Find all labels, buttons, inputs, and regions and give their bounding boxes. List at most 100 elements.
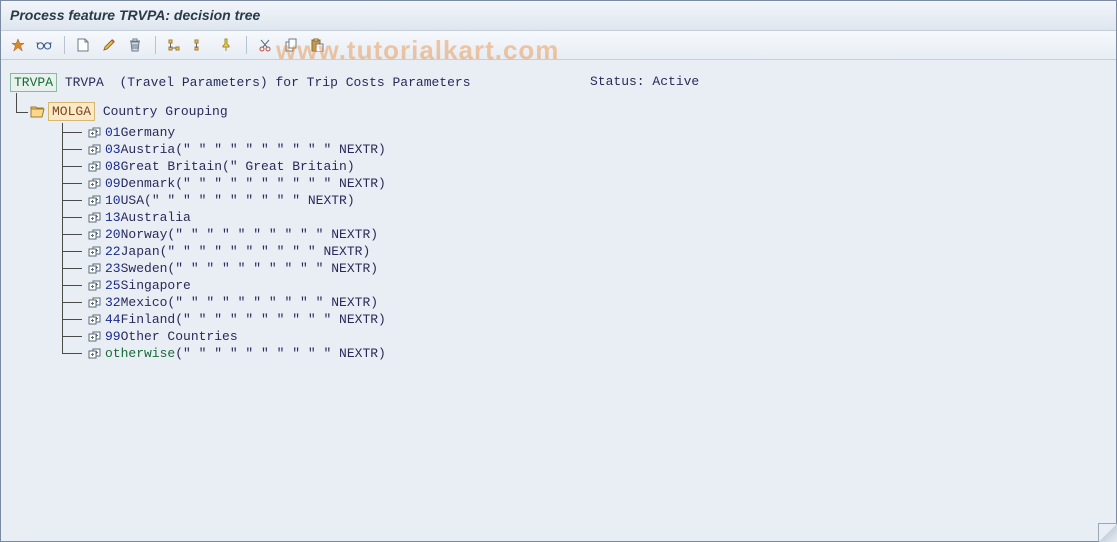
tree-connector	[58, 192, 88, 209]
pin-icon	[221, 38, 231, 52]
tree-children: 01 Germany03 Austria (" " " " " " " " " …	[58, 124, 1107, 362]
delete-button[interactable]	[123, 33, 147, 57]
node-code: 32	[105, 295, 121, 310]
cut-button[interactable]	[253, 33, 277, 57]
tree-node[interactable]: 03 Austria (" " " " " " " " " " NEXTR)	[58, 141, 1107, 158]
tree-connector	[58, 277, 88, 294]
display-button[interactable]	[32, 33, 56, 57]
node-label: Sweden	[121, 261, 168, 276]
page-icon	[77, 38, 89, 52]
node-label: Germany	[121, 125, 176, 140]
tree-connector	[58, 226, 88, 243]
expand-icon[interactable]	[88, 297, 101, 308]
node-suffix: (" Great Britain)	[222, 159, 355, 174]
edit-button[interactable]	[97, 33, 121, 57]
field-code: MOLGA	[48, 102, 95, 121]
expand-icon[interactable]	[88, 331, 101, 342]
trash-icon	[129, 38, 141, 52]
check-icon	[11, 38, 25, 52]
node-code: 25	[105, 278, 121, 293]
node-label: Singapore	[121, 278, 191, 293]
tree-connector	[58, 345, 88, 362]
check-button[interactable]	[6, 33, 30, 57]
node-label: USA	[121, 193, 144, 208]
resize-grip[interactable]	[1098, 523, 1117, 542]
field-label: Country Grouping	[103, 103, 228, 120]
expand-icon[interactable]	[88, 229, 101, 240]
tree-root[interactable]: TRVPA TRVPA (Travel Parameters) for Trip…	[10, 74, 1107, 91]
node-label: Finland	[121, 312, 176, 327]
expand-icon[interactable]	[88, 144, 101, 155]
node-label: Mexico	[121, 295, 168, 310]
node-code: 13	[105, 210, 121, 225]
tree-node[interactable]: 25 Singapore	[58, 277, 1107, 294]
tree-field-node[interactable]: MOLGA Country Grouping 01 Germany03 Aust…	[30, 103, 1107, 362]
tree-connector	[58, 124, 88, 141]
expand-icon[interactable]	[88, 348, 101, 359]
expand-icon[interactable]	[88, 178, 101, 189]
expand-icon[interactable]	[88, 127, 101, 138]
collapse-button[interactable]	[188, 33, 212, 57]
tree-connector	[58, 311, 88, 328]
folder-open-icon	[30, 106, 45, 118]
node-suffix: (" " " " " " " " " " NEXTR)	[175, 346, 386, 361]
feature-desc: (Travel Parameters) for Trip Costs Param…	[119, 74, 470, 91]
tree-node[interactable]: 22 Japan (" " " " " " " " " " NEXTR)	[58, 243, 1107, 260]
expand-icon[interactable]	[88, 161, 101, 172]
tree-node[interactable]: 44 Finland (" " " " " " " " " " NEXTR)	[58, 311, 1107, 328]
tree-connector	[58, 260, 88, 277]
node-label: Great Britain	[121, 159, 222, 174]
tree-connector	[58, 294, 88, 311]
node-label: Norway	[121, 227, 168, 242]
node-suffix: (" " " " " " " " " " NEXTR)	[167, 261, 378, 276]
node-code: 10	[105, 193, 121, 208]
expand-tree-icon	[167, 38, 181, 52]
expand-icon[interactable]	[88, 280, 101, 291]
glasses-icon	[36, 39, 52, 51]
expand-icon[interactable]	[88, 314, 101, 325]
copy-button[interactable]	[279, 33, 303, 57]
node-code: 22	[105, 244, 121, 259]
tree-node[interactable]: 99 Other Countries	[58, 328, 1107, 345]
tree-node[interactable]: 10 USA (" " " " " " " " " " NEXTR)	[58, 192, 1107, 209]
create-button[interactable]	[71, 33, 95, 57]
copy-icon	[284, 38, 298, 52]
tree-node[interactable]: 01 Germany	[58, 124, 1107, 141]
expand-icon[interactable]	[88, 212, 101, 223]
tree-node[interactable]: 20 Norway (" " " " " " " " " " NEXTR)	[58, 226, 1107, 243]
toolbar	[0, 31, 1117, 60]
tree-node[interactable]: 09 Denmark (" " " " " " " " " " NEXTR)	[58, 175, 1107, 192]
tree-content: Status: Active TRVPA TRVPA (Travel Param…	[0, 60, 1117, 372]
tree-node[interactable]: 32 Mexico (" " " " " " " " " " NEXTR)	[58, 294, 1107, 311]
node-code: 20	[105, 227, 121, 242]
node-code: 44	[105, 312, 121, 327]
paste-button[interactable]	[305, 33, 329, 57]
node-suffix: (" " " " " " " " " " NEXTR)	[175, 176, 386, 191]
expand-icon[interactable]	[88, 246, 101, 257]
feature-name: TRVPA	[65, 74, 104, 91]
tree-connector	[58, 243, 88, 260]
expand-icon[interactable]	[88, 195, 101, 206]
node-suffix: (" " " " " " " " " " NEXTR)	[175, 142, 386, 157]
where-used-button[interactable]	[214, 33, 238, 57]
node-label: Other Countries	[121, 329, 238, 344]
tree-connector	[58, 141, 88, 158]
expand-button[interactable]	[162, 33, 186, 57]
expand-icon[interactable]	[88, 263, 101, 274]
pencil-icon	[102, 38, 116, 52]
node-suffix: (" " " " " " " " " " NEXTR)	[160, 244, 371, 259]
tree-node[interactable]: 08 Great Britain (" Great Britain)	[58, 158, 1107, 175]
tree-node[interactable]: 13 Australia	[58, 209, 1107, 226]
status-value: Active	[652, 74, 699, 89]
node-label: Denmark	[121, 176, 176, 191]
node-suffix: (" " " " " " " " " " NEXTR)	[167, 295, 378, 310]
separator	[246, 36, 247, 54]
node-label: Austria	[121, 142, 176, 157]
node-code: 01	[105, 125, 121, 140]
status: Status: Active	[590, 74, 699, 89]
node-code: 23	[105, 261, 121, 276]
title-bar: Process feature TRVPA: decision tree	[0, 0, 1117, 31]
tree-node[interactable]: otherwise (" " " " " " " " " " NEXTR)	[58, 345, 1107, 362]
tree-node[interactable]: 23 Sweden (" " " " " " " " " " NEXTR)	[58, 260, 1107, 277]
cut-icon	[258, 38, 272, 52]
